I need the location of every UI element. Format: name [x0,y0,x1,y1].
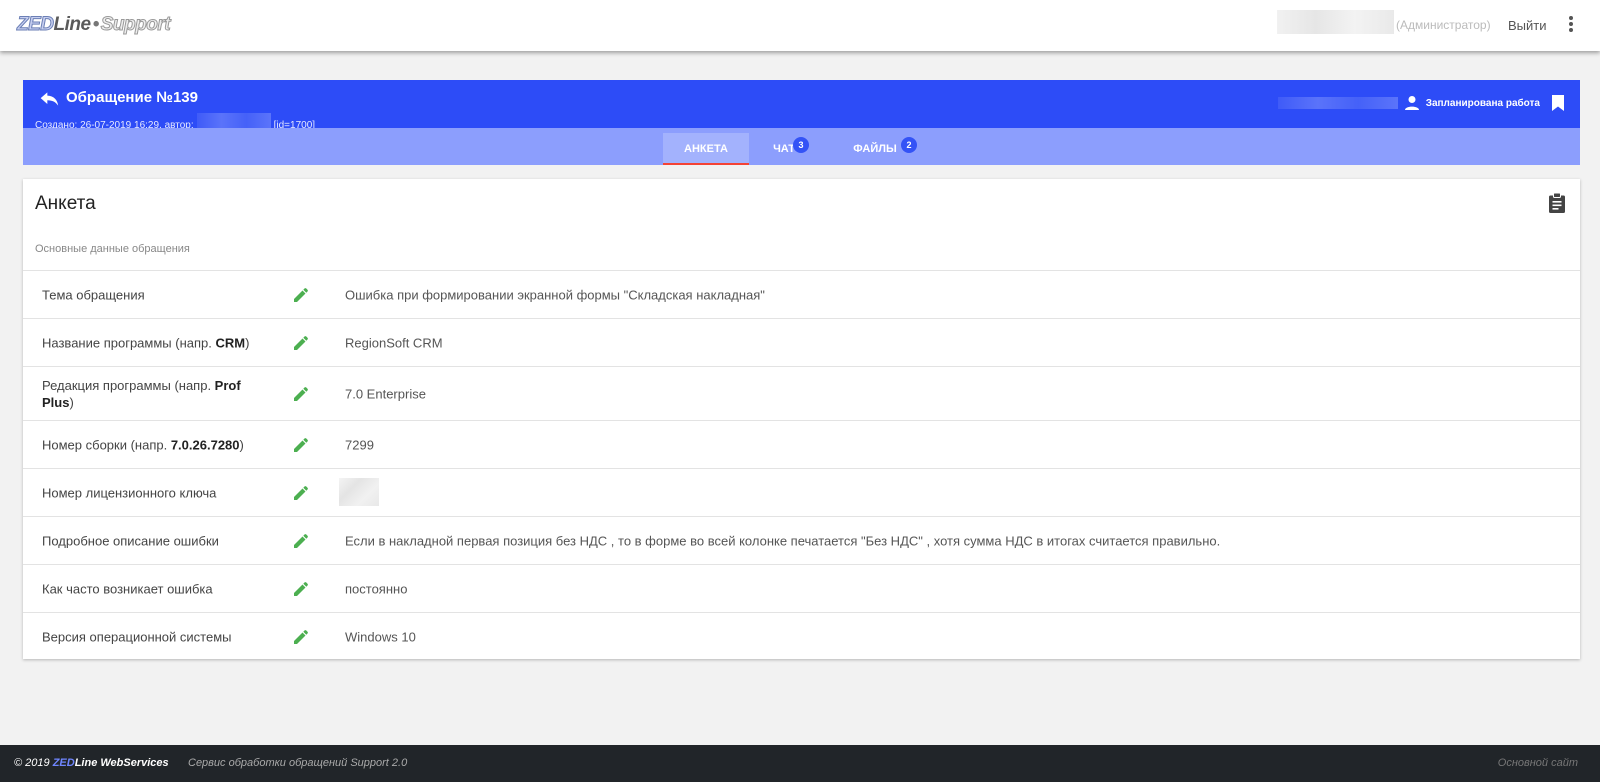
questionnaire-table: Тема обращения Ошибка при формировании э… [23,270,1580,660]
tab-bar: АНКЕТА ЧАТ 3 ФАЙЛЫ 2 [23,128,1580,165]
field-label: Как часто возникает ошибка [42,581,213,596]
ticket-header: Обращение №139 Создано: 26-07-2019 16:29… [23,80,1580,138]
clipboard-icon[interactable] [1549,193,1565,213]
person-icon [1404,96,1419,110]
tab-chat[interactable]: ЧАТ 3 [761,133,809,165]
files-count-badge: 2 [901,137,917,153]
table-row: Редакция программы (напр. Prof Plus) 7.0… [23,366,1580,420]
logout-link[interactable]: Выйти [1508,18,1547,33]
field-label: Номер лицензионного ключа [42,485,217,500]
field-label: Номер сборки (напр. 7.0.26.7280) [42,437,244,452]
chat-count-badge: 3 [793,137,809,153]
bookmark-icon[interactable] [1552,95,1564,111]
ticket-status: Запланирована работа [1425,97,1540,109]
pencil-icon[interactable] [294,437,308,452]
main-site-link[interactable]: Основной сайт [1498,757,1578,769]
ticket-title: Обращение №139 [66,89,198,106]
questionnaire-card: Анкета Основные данные обращения Тема об… [23,179,1580,659]
pencil-icon[interactable] [294,581,308,596]
field-value: постоянно [345,581,408,596]
brand-logo[interactable]: ZEDLine • Support [17,14,172,36]
footer-service-name: Сервис обработки обращений Support 2.0 [188,757,408,769]
field-label: Версия операционной системы [42,629,232,644]
field-label: Тема обращения [42,287,145,302]
card-subtitle: Основные данные обращения [35,243,190,255]
table-row: Тема обращения Ошибка при формировании э… [23,270,1580,318]
pencil-icon[interactable] [294,485,308,500]
pencil-icon[interactable] [294,335,308,350]
field-value: 7299 [345,437,374,452]
card-title: Анкета [35,193,96,214]
ticket-status-area: Запланирована работа [1277,95,1564,111]
table-row: Номер лицензионного ключа [23,468,1580,516]
pencil-icon[interactable] [294,287,308,302]
table-row: Как часто возникает ошибка постоянно [23,564,1580,612]
table-row: Подробное описание ошибки Если в накладн… [23,516,1580,564]
pencil-icon[interactable] [294,533,308,548]
field-label: Название программы (напр. CRM) [42,335,250,350]
pencil-icon[interactable] [294,629,308,644]
field-label: Подробное описание ошибки [42,533,219,548]
field-value: RegionSoft CRM [345,335,443,350]
assignee-redacted [1277,97,1398,109]
pencil-icon[interactable] [294,386,308,401]
table-row: Версия операционной системы Windows 10 [23,612,1580,660]
tab-files[interactable]: ФАЙЛЫ 2 [845,133,917,165]
field-value: Windows 10 [345,629,416,644]
more-menu-icon[interactable] [1566,16,1576,36]
table-row: Номер сборки (напр. 7.0.26.7280) 7299 [23,420,1580,468]
license-key-redacted [339,478,379,506]
field-value: 7.0 Enterprise [345,386,426,401]
field-value: Если в накладной первая позиция без НДС … [345,533,1221,548]
table-row: Название программы (напр. CRM) RegionSof… [23,318,1580,366]
field-value: Ошибка при формировании экранной формы "… [345,287,765,302]
field-label: Редакция программы (напр. Prof Plus) [42,377,241,410]
user-role: (Администратор) [1396,18,1491,32]
top-navbar: ZEDLine • Support (Администратор) Выйти [0,0,1600,51]
footer: © 2019 ZEDLine WebServices Сервис обрабо… [0,745,1600,782]
footer-copyright: © 2019 ZEDLine WebServices [14,757,169,769]
user-name-redacted [1277,10,1394,34]
back-arrow-icon[interactable] [39,90,59,108]
tab-anketa[interactable]: АНКЕТА [663,133,749,165]
